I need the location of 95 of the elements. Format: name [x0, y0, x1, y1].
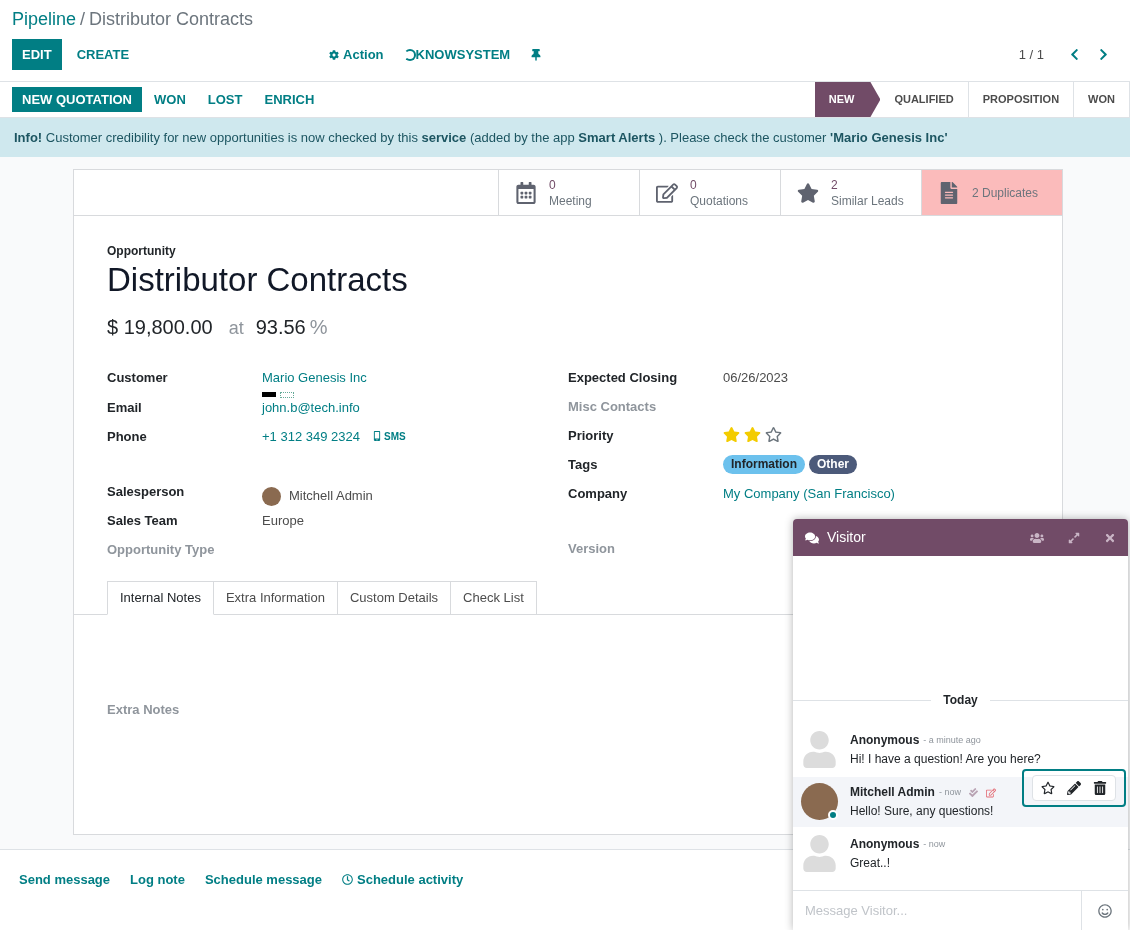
star-icon[interactable]	[765, 426, 782, 443]
gear-icon	[329, 49, 340, 60]
pager-value: 1 / 1	[1018, 45, 1044, 64]
star-icon[interactable]	[1041, 781, 1055, 795]
stage-button[interactable]: PROPOSITION	[968, 82, 1075, 117]
chatter-button[interactable]: Send message	[19, 870, 111, 890]
clock-icon	[342, 874, 353, 886]
star-icon	[797, 181, 819, 204]
form-tab[interactable]: Custom Details	[337, 580, 452, 615]
users-icon[interactable]	[1030, 530, 1044, 545]
field-label: Salesperson	[107, 482, 186, 501]
message-text: Hello! Sure, any questions!	[850, 804, 994, 818]
star-icon[interactable]	[744, 426, 761, 443]
day-separator: Today	[942, 692, 979, 709]
stage-button[interactable]: WON	[1074, 82, 1130, 117]
field-value: Mitchell Admin	[289, 487, 373, 506]
previous-icon[interactable]	[1068, 48, 1081, 61]
type-label: Opportunity	[107, 243, 177, 260]
edit-icon	[656, 181, 678, 204]
message-text: Great..!	[850, 856, 890, 870]
action-button[interactable]: Action	[329, 44, 384, 65]
field-label: Expected Closing	[568, 369, 679, 387]
message-author: Anonymous	[850, 732, 920, 749]
chat-icon	[805, 530, 819, 545]
message-time: - now	[938, 786, 961, 799]
close-icon[interactable]	[1104, 531, 1116, 544]
chat-title: Visitor	[827, 528, 866, 547]
sms-link[interactable]: SMS	[371, 428, 406, 444]
form-tab[interactable]: Check List	[451, 580, 537, 615]
field-label: Priority	[568, 427, 615, 445]
form-tab[interactable]: Internal Notes	[107, 580, 214, 615]
tag: Other	[809, 455, 857, 474]
field-link[interactable]: Mario Genesis Inc	[262, 368, 367, 388]
phone-icon	[371, 431, 382, 442]
notes-label: Extra Notes	[107, 700, 180, 719]
create-button[interactable]: CREATE	[61, 39, 145, 70]
message-time: - now	[923, 838, 946, 851]
header-button[interactable]: NEW QUOTATION	[12, 87, 142, 112]
field-label: Sales Team	[107, 511, 179, 530]
double-check-icon	[968, 788, 978, 797]
header-button[interactable]: LOST	[197, 87, 253, 112]
avatar	[262, 486, 281, 506]
field-label: Customer	[107, 369, 169, 387]
message-input[interactable]: Message Visitor...	[793, 891, 1082, 930]
message-time: - a minute ago	[923, 734, 981, 747]
message-author: Anonymous	[850, 836, 920, 853]
expand-icon[interactable]	[1068, 531, 1080, 544]
edit-button[interactable]: EDIT	[12, 39, 62, 70]
field-label: Email	[107, 398, 143, 417]
field-label: Misc Contacts	[568, 398, 658, 416]
calendar-icon	[515, 181, 537, 204]
smart-button[interactable]: 2 Duplicates	[921, 170, 1062, 215]
record-title: Distributor Contracts	[107, 260, 409, 300]
chatter-button[interactable]: Schedule activity	[342, 870, 464, 890]
breadcrumb-link[interactable]: Pipeline	[12, 6, 77, 33]
field-label: Opportunity Type	[107, 540, 216, 559]
field-link[interactable]: My Company (San Francisco)	[723, 484, 895, 504]
breadcrumb-current: Distributor Contracts	[89, 8, 254, 31]
stage-button[interactable]: NEW	[814, 82, 881, 117]
header-button[interactable]: WON	[144, 87, 196, 112]
tag: Information	[723, 455, 805, 474]
field-value: Europe	[262, 511, 304, 530]
at-label: at	[228, 317, 244, 340]
field-link[interactable]: +1 312 349 2324	[262, 426, 360, 446]
header-button[interactable]: ENRICH	[254, 87, 325, 112]
percent-sign: %	[309, 315, 328, 340]
anonymous-avatar-icon	[801, 731, 838, 768]
message-text: Hi! I have a question! Are you here?	[850, 752, 1041, 766]
next-icon[interactable]	[1097, 48, 1110, 61]
anonymous-avatar-icon	[801, 835, 838, 872]
probability-value: 93.56	[255, 315, 306, 340]
chatter-button[interactable]: Log note	[130, 870, 185, 890]
field-link[interactable]: john.b@tech.info	[262, 397, 360, 417]
file-icon	[938, 181, 960, 204]
flag-icon	[262, 391, 276, 397]
breadcrumb-separator: /	[80, 8, 86, 31]
delete-icon[interactable]	[1093, 781, 1107, 795]
field-label: Tags	[568, 456, 599, 474]
emoji-icon[interactable]	[1098, 903, 1112, 918]
field-label: Company	[568, 485, 629, 503]
flag-icon	[280, 391, 294, 398]
field-value: 06/26/2023	[723, 369, 789, 387]
edit-icon[interactable]	[1067, 781, 1081, 795]
star-icon[interactable]	[723, 426, 740, 443]
chatter-button[interactable]: Schedule message	[204, 870, 322, 890]
field-label: Version	[568, 540, 616, 558]
avatar	[801, 783, 838, 820]
revenue-value: $ 19,800.00	[107, 315, 213, 340]
stage-button[interactable]: QUALIFIED	[880, 82, 969, 117]
message-author: Mitchell Admin	[850, 784, 935, 801]
alert-text: Info! Customer credibility for new opportunities is now checked by this service (added by the app Smart Alerts ). Please check the customer 'Mario Genesis Inc'	[14, 128, 948, 147]
form-tab[interactable]: Extra Information	[213, 580, 338, 615]
knowsystem-button[interactable]: KNOWSYSTEM	[403, 44, 511, 65]
field-label: Phone	[107, 427, 148, 446]
pin-icon[interactable]	[530, 48, 543, 61]
